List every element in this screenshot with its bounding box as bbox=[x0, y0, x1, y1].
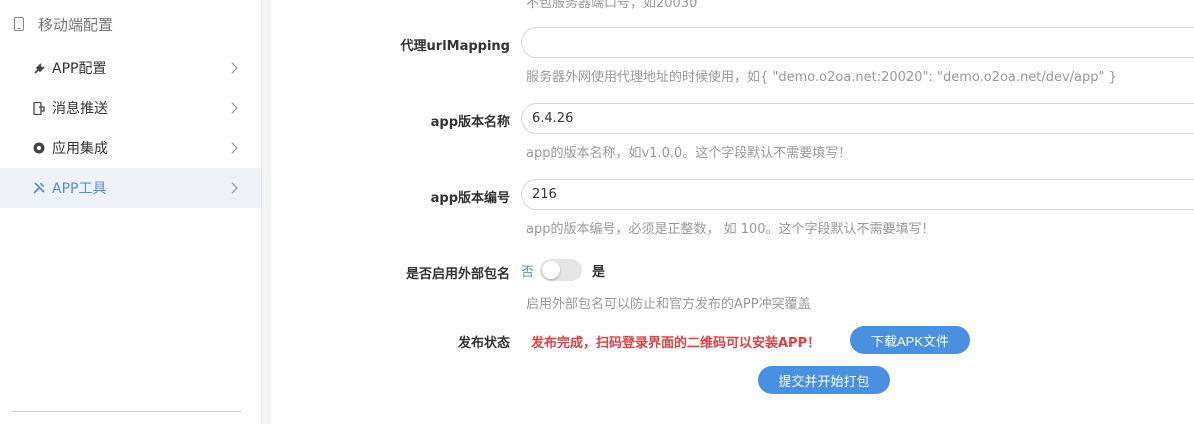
sidebar-group-label: 移动端配置 bbox=[38, 15, 114, 34]
main-form: 不包服务器端口号，如20030 代理urlMapping 服务器外网使用代理地址… bbox=[272, 0, 1194, 424]
sidebar-item-label: APP配置 bbox=[52, 61, 107, 77]
proxy-hint: 服务器外网使用代理地址的时候使用，如{ "demo.o2oa.net:20020… bbox=[526, 70, 1117, 85]
plug-icon bbox=[32, 61, 46, 75]
chevron-right-icon bbox=[231, 62, 238, 74]
sidebar-item-app-integration[interactable]: 应用集成 bbox=[0, 128, 261, 168]
external-package-label: 是否启用外部包名 bbox=[405, 267, 510, 282]
proxy-label: 代理urlMapping bbox=[400, 39, 510, 54]
external-package-toggle[interactable] bbox=[540, 259, 583, 281]
app-version-name-input[interactable]: 6.4.26 bbox=[521, 103, 1194, 134]
sidebar-item-message-push[interactable]: 消息推送 bbox=[0, 88, 261, 128]
sidebar-item-label: APP工具 bbox=[52, 181, 107, 197]
message-phone-icon bbox=[32, 101, 46, 115]
submit-and-package-button[interactable]: 提交并开始打包 bbox=[758, 366, 890, 394]
chevron-right-icon bbox=[231, 182, 238, 194]
switch-off-label: 否 bbox=[521, 264, 535, 280]
publish-status-label: 发布状态 bbox=[457, 336, 510, 351]
external-package-hint: 启用外部包名可以防止和官方发布的APP冲突覆盖 bbox=[526, 297, 811, 312]
sidebar: 移动端配置 APP配置 消息推送 应用集成 APP工具 bbox=[0, 0, 261, 424]
chevron-right-icon bbox=[231, 142, 238, 154]
app-version-name-hint: app的版本名称，如v1.0.0。这个字段默认不需要填写！ bbox=[526, 146, 852, 161]
sidebar-splitter[interactable] bbox=[261, 0, 271, 424]
app-version-name-label: app版本名称 bbox=[430, 115, 510, 130]
port-hint: 不包服务器端口号，如20030 bbox=[526, 0, 698, 11]
toggle-knob bbox=[542, 261, 561, 279]
app-version-code-label: app版本编号 bbox=[430, 191, 510, 206]
sidebar-item-label: 应用集成 bbox=[52, 141, 108, 157]
sidebar-divider-line bbox=[12, 411, 241, 412]
publish-status-text: 发布完成，扫码登录界面的二维码可以安装APP！ bbox=[531, 336, 821, 351]
app-version-code-hint: app的版本编号，必须是正整数， 如 100。这个字段默认不需要填写！ bbox=[526, 222, 935, 237]
sidebar-item-app-config[interactable]: APP配置 bbox=[0, 48, 261, 88]
external-package-switch-row: 否 是 bbox=[521, 258, 605, 282]
proxy-url-mapping-input[interactable] bbox=[521, 27, 1194, 58]
sidebar-item-label: 消息推送 bbox=[52, 101, 108, 117]
chevron-right-icon bbox=[231, 102, 238, 114]
tools-icon bbox=[32, 181, 46, 195]
mobile-icon bbox=[12, 16, 26, 32]
sidebar-group-mobile-config[interactable]: 移动端配置 bbox=[0, 6, 261, 42]
switch-on-label: 是 bbox=[592, 264, 606, 280]
app-version-code-input[interactable]: 216 bbox=[521, 179, 1194, 210]
download-apk-button[interactable]: 下载APK文件 bbox=[850, 326, 970, 354]
circle-dot-icon bbox=[32, 141, 46, 155]
sidebar-item-app-tools[interactable]: APP工具 bbox=[0, 168, 261, 208]
